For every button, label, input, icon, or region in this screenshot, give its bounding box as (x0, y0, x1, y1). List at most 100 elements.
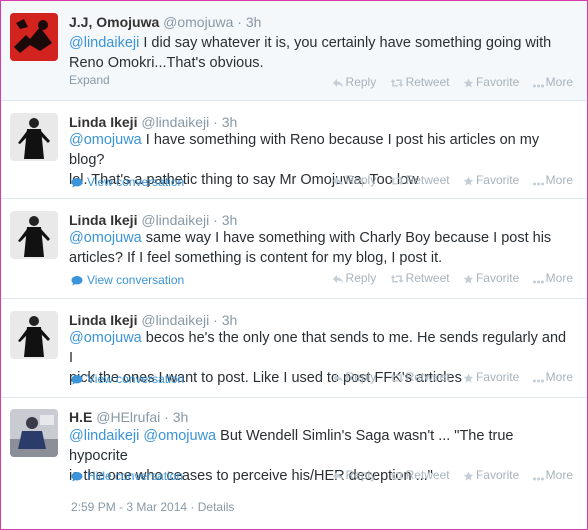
avatar-image (10, 409, 58, 457)
star-icon (463, 373, 474, 383)
avatar-image (10, 311, 58, 359)
view-conversation-link[interactable]: View conversation (71, 372, 184, 386)
tweet-footer: 2:59 PM - 3 Mar 2014 · Details (71, 500, 234, 514)
separator-dot: · (190, 500, 195, 514)
tweet-text-line2: articles? If I feel something is content… (69, 250, 443, 266)
star-icon (463, 78, 474, 88)
author-handle[interactable]: @lindaikeji (141, 312, 209, 328)
more-dots-icon (532, 379, 544, 383)
mention-link[interactable]: @lindaikeji (69, 35, 139, 51)
reply-icon (332, 177, 343, 186)
retweet-icon (390, 79, 404, 87)
author-name[interactable]: Linda Ikeji (69, 212, 137, 228)
more-button[interactable]: More (532, 271, 573, 285)
retweet-button[interactable]: Retweet (390, 468, 450, 482)
favorite-button[interactable]: Favorite (463, 468, 519, 482)
reply-button[interactable]: Reply (332, 370, 376, 384)
tweet[interactable]: Linda Ikeji @lindaikeji · 3h @omojuwa sa… (1, 199, 587, 299)
tweet-timestamp[interactable]: 2:59 PM - 3 Mar 2014 (71, 500, 187, 514)
favorite-button[interactable]: Favorite (463, 271, 519, 285)
more-button[interactable]: More (532, 370, 573, 384)
reply-button[interactable]: Reply (332, 271, 376, 285)
tweet-actions: Reply Retweet Favorite More (322, 173, 573, 187)
tweet-time[interactable]: 3h (173, 409, 189, 425)
favorite-button[interactable]: Favorite (463, 370, 519, 384)
more-button[interactable]: More (532, 173, 573, 187)
retweet-icon (390, 472, 404, 480)
tweet-actions: Reply Retweet Favorite More (322, 271, 573, 285)
tweet-text-line1: same way I have something with Charly Bo… (141, 230, 552, 246)
tweet-thread: J.J, Omojuwa @omojuwa · 3h @lindaikeji I… (0, 0, 588, 530)
avatar-image (10, 13, 58, 61)
author-name[interactable]: Linda Ikeji (69, 312, 137, 328)
tweet-header: Linda Ikeji @lindaikeji · 3h (69, 312, 237, 328)
tweet-header: Linda Ikeji @lindaikeji · 3h (69, 212, 237, 228)
separator-dot: · (213, 114, 218, 130)
mention-link[interactable]: @omojuwa (69, 230, 142, 246)
tweet[interactable]: Linda Ikeji @lindaikeji · 3h @omojuwa I … (1, 101, 587, 199)
reply-icon (332, 472, 343, 481)
author-handle[interactable]: @HElrufai (96, 409, 160, 425)
reply-icon (332, 79, 343, 88)
tweet-time[interactable]: 3h (222, 312, 238, 328)
star-icon (463, 471, 474, 481)
tweet-text: @omojuwa same way I have something with … (69, 228, 569, 268)
view-conversation-link[interactable]: View conversation (71, 175, 184, 189)
more-dots-icon (532, 280, 544, 284)
mention-link[interactable]: @omojuwa (69, 330, 142, 346)
author-handle[interactable]: @lindaikeji (141, 212, 209, 228)
avatar[interactable] (10, 113, 58, 161)
author-name[interactable]: J.J, Omojuwa (69, 14, 159, 30)
hide-conversation-link[interactable]: Hide conversation (71, 469, 183, 483)
tweet-header: Linda Ikeji @lindaikeji · 3h (69, 114, 237, 130)
more-button[interactable]: More (532, 468, 573, 482)
mention-link[interactable]: @omojuwa (69, 132, 142, 148)
mention-link[interactable]: @lindaikeji (69, 428, 139, 444)
avatar[interactable] (10, 311, 58, 359)
separator-dot: · (164, 409, 169, 425)
tweet-time[interactable]: 3h (246, 14, 262, 30)
conversation-bubble-icon (71, 472, 83, 482)
retweet-button[interactable]: Retweet (390, 75, 450, 89)
tweet-actions: Reply Retweet Favorite More (322, 468, 573, 482)
reply-button[interactable]: Reply (332, 173, 376, 187)
retweet-button[interactable]: Retweet (390, 271, 450, 285)
tweet[interactable]: J.J, Omojuwa @omojuwa · 3h @lindaikeji I… (1, 1, 587, 101)
reply-icon (332, 374, 343, 383)
reply-button[interactable]: Reply (332, 468, 376, 482)
retweet-icon (390, 275, 404, 283)
retweet-button[interactable]: Retweet (390, 173, 450, 187)
tweet-header: H.E @HElrufai · 3h (69, 409, 188, 425)
more-dots-icon (532, 477, 544, 481)
tweet-time[interactable]: 3h (222, 212, 238, 228)
separator-dot: · (237, 14, 242, 30)
more-dots-icon (532, 84, 544, 88)
tweet[interactable]: Linda Ikeji @lindaikeji · 3h @omojuwa be… (1, 299, 587, 398)
conversation-bubble-icon (71, 375, 83, 385)
reply-icon (332, 275, 343, 284)
tweet-text-line1: I did say whatever it is, you certainly … (139, 35, 552, 51)
retweet-icon (390, 177, 404, 185)
more-dots-icon (532, 182, 544, 186)
details-link[interactable]: Details (198, 500, 235, 514)
avatar[interactable] (10, 211, 58, 259)
author-name[interactable]: Linda Ikeji (69, 114, 137, 130)
author-handle[interactable]: @omojuwa (163, 14, 233, 30)
avatar[interactable] (10, 409, 58, 457)
retweet-button[interactable]: Retweet (390, 370, 450, 384)
view-conversation-link[interactable]: View conversation (71, 273, 184, 287)
more-button[interactable]: More (532, 75, 573, 89)
tweet-actions: Reply Retweet Favorite More (322, 370, 573, 384)
tweet-time[interactable]: 3h (222, 114, 238, 130)
mention-link[interactable]: @omojuwa (143, 428, 216, 444)
tweet-header: J.J, Omojuwa @omojuwa · 3h (69, 14, 261, 30)
expand-link[interactable]: Expand (69, 73, 110, 87)
star-icon (463, 274, 474, 284)
reply-button[interactable]: Reply (332, 75, 376, 89)
favorite-button[interactable]: Favorite (463, 173, 519, 187)
tweet-actions: Reply Retweet Favorite More (322, 75, 573, 89)
favorite-button[interactable]: Favorite (463, 75, 519, 89)
author-handle[interactable]: @lindaikeji (141, 114, 209, 130)
author-name[interactable]: H.E (69, 409, 92, 425)
avatar[interactable] (10, 13, 58, 61)
